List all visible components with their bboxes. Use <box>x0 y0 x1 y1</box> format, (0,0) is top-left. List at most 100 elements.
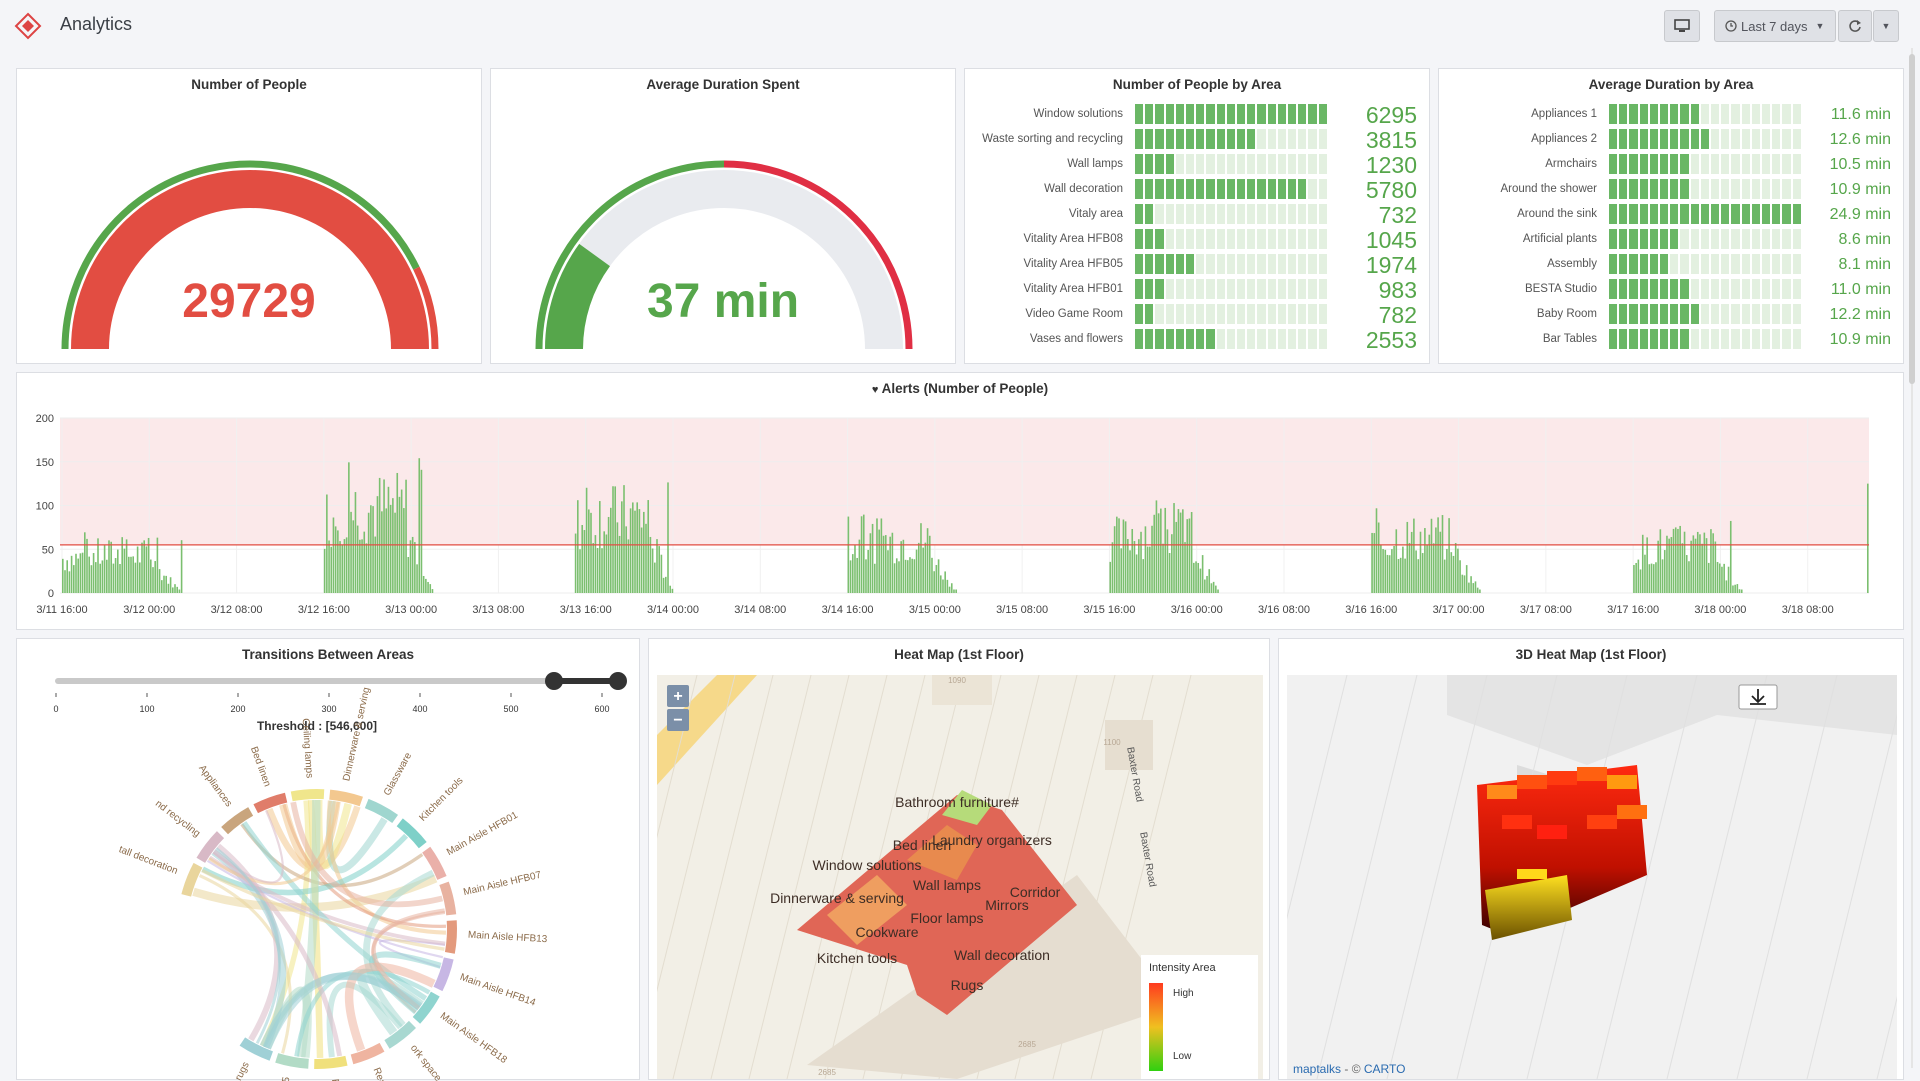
scrollbar-thumb[interactable] <box>1909 54 1915 384</box>
tv-mode-button[interactable] <box>1664 10 1700 42</box>
alert-bar <box>372 506 374 593</box>
bar-segment <box>1680 304 1689 324</box>
alert-bar <box>884 535 887 593</box>
alert-bar <box>856 557 858 593</box>
bar-segment <box>1237 229 1246 249</box>
bar-segment <box>1288 154 1297 174</box>
alert-bar <box>176 586 178 593</box>
chord-group-arc[interactable] <box>364 798 399 824</box>
bar-segment <box>1721 129 1730 149</box>
alert-bar <box>1443 559 1446 593</box>
page-scrollbar[interactable] <box>1908 48 1916 1068</box>
bar-segment <box>1711 129 1720 149</box>
x-tick-label: 3/13 16:00 <box>560 604 612 616</box>
threshold-slider-track[interactable] <box>55 678 620 684</box>
download-button[interactable] <box>1738 684 1778 710</box>
bar-segment <box>1639 229 1648 249</box>
heatmap-map[interactable]: Bathroom furniture#Bed linenLaundry orga… <box>657 675 1263 1079</box>
bar-segment <box>1670 279 1679 299</box>
bar-segment <box>1680 329 1689 349</box>
chord-group-arc[interactable] <box>444 920 457 954</box>
time-range-label: Last 7 days <box>1741 18 1808 34</box>
chord-group-arc[interactable] <box>314 1055 348 1069</box>
zoom-out-button[interactable]: − <box>667 709 689 731</box>
x-tick-label: 3/15 08:00 <box>996 604 1048 616</box>
bar-segment <box>1237 129 1246 149</box>
bar-segment <box>1639 329 1648 349</box>
alert-bar <box>1428 534 1431 593</box>
alert-bar <box>915 549 918 593</box>
bar-segment <box>1318 204 1327 224</box>
zoom-in-button[interactable]: + <box>667 685 689 707</box>
chord-group-arc[interactable] <box>439 881 457 916</box>
heatmap-3d-map[interactable]: maptalks - © CARTO <box>1287 675 1897 1079</box>
carto-link[interactable]: CARTO <box>1364 1062 1406 1076</box>
bar-segment <box>1609 254 1618 274</box>
chord-group-arc[interactable] <box>290 789 325 802</box>
bar-segment <box>1649 179 1659 199</box>
bar-segment <box>1751 254 1761 274</box>
alert-bar <box>913 559 916 593</box>
bar-segment <box>1288 229 1297 249</box>
area-row: Armchairs 10.5 min <box>1439 152 1903 176</box>
slider-tick-label: 500 <box>503 704 518 714</box>
alert-bar <box>125 539 128 593</box>
bar-segment <box>1135 304 1144 324</box>
alert-bar <box>869 533 872 593</box>
area-value: 1974 <box>1365 252 1417 278</box>
slider-handle-min[interactable] <box>545 672 563 690</box>
chord-group-arc[interactable] <box>275 1053 309 1069</box>
alert-bar <box>1133 541 1136 593</box>
alert-bar <box>1659 529 1662 593</box>
bar-segment <box>1216 104 1225 124</box>
bar-segment <box>1237 329 1246 349</box>
bar-segment <box>1762 304 1771 324</box>
legend-high: High <box>1173 988 1194 999</box>
bar-segment <box>1226 179 1236 199</box>
alert-bar <box>1109 561 1112 593</box>
alert-bar <box>387 486 390 593</box>
alert-bar <box>621 501 623 593</box>
bar-segment <box>1267 229 1276 249</box>
alert-bar <box>345 537 348 593</box>
bar-segment <box>1649 204 1659 224</box>
alert-bar <box>1375 508 1378 593</box>
alert-bar <box>1424 528 1426 593</box>
bar-segment <box>1135 154 1144 174</box>
refresh-button[interactable] <box>1838 10 1872 42</box>
bar-segment <box>1670 204 1679 224</box>
panel-duration-by-area: Average Duration by Area Appliances 1 11.… <box>1438 68 1904 364</box>
alert-bar <box>1408 542 1411 593</box>
alert-bar <box>656 539 658 593</box>
bar-segment <box>1186 229 1195 249</box>
x-tick-label: 3/17 16:00 <box>1607 604 1659 616</box>
panel-title: Number of People by Area <box>1112 77 1282 92</box>
alert-bar <box>1380 545 1382 593</box>
bar-segment <box>1288 254 1297 274</box>
slider-tick-label: 600 <box>594 704 609 714</box>
bar-segment <box>1196 279 1205 299</box>
maptalks-link[interactable]: maptalks <box>1293 1062 1341 1076</box>
alert-bar <box>1452 555 1455 593</box>
app-logo-icon[interactable] <box>14 12 42 40</box>
alert-bar <box>330 546 333 593</box>
alert-bar <box>1652 564 1655 593</box>
zoom-out-label: − <box>673 712 682 729</box>
area-row: BESTA Studio 11.0 min <box>1439 277 1903 301</box>
heat-3d-bar-top <box>1517 775 1547 789</box>
alert-bar <box>326 494 328 593</box>
bar-segment <box>1762 229 1771 249</box>
area-label: Appliances 2 <box>1531 133 1597 145</box>
time-range-picker[interactable]: Last 7 days ▼ <box>1714 10 1836 42</box>
alert-bar <box>150 559 152 593</box>
bar-segment <box>1308 154 1317 174</box>
alert-bar <box>394 512 396 593</box>
alert-bar <box>1679 525 1681 593</box>
alert-bar <box>128 556 130 593</box>
slider-handle-max[interactable] <box>609 672 627 690</box>
bar-segment <box>1267 104 1276 124</box>
alert-bar <box>867 549 869 593</box>
alert-bar <box>97 538 99 593</box>
refresh-interval-dropdown[interactable]: ▼ <box>1873 10 1899 42</box>
chord-group-arc[interactable] <box>329 789 363 807</box>
